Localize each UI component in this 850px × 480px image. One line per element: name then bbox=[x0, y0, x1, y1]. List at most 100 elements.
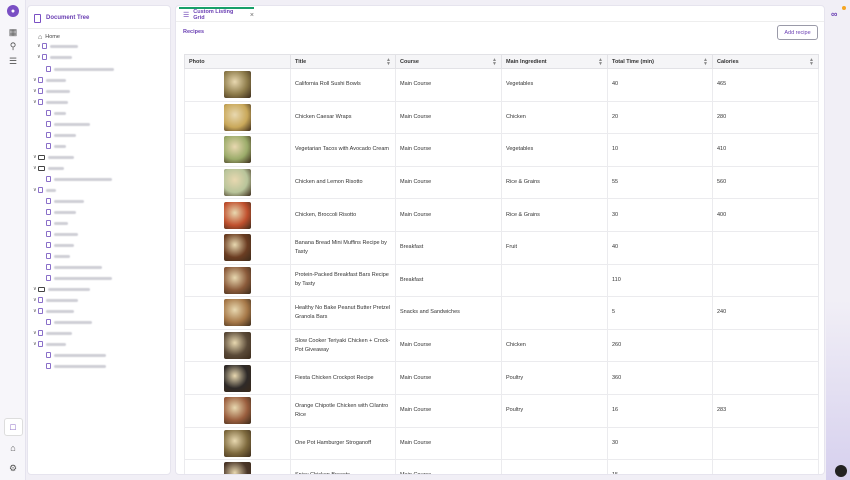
document-icon bbox=[46, 132, 51, 138]
list-icon[interactable]: ☰ bbox=[7, 55, 19, 67]
time-cell: 16 bbox=[607, 393, 713, 428]
tree-item[interactable] bbox=[41, 196, 84, 206]
tree-item[interactable] bbox=[41, 229, 78, 239]
tree-item[interactable]: ∨ bbox=[33, 328, 72, 338]
recipe-photo[interactable] bbox=[224, 201, 251, 229]
add-recipe-button[interactable]: Add recipe bbox=[777, 25, 818, 40]
column-header-main-ingredient[interactable]: Main Ingredient ▲ ▼ bbox=[501, 54, 608, 69]
tree-item[interactable] bbox=[41, 218, 68, 228]
sort-icon[interactable]: ▲ ▼ bbox=[703, 58, 708, 67]
tree-item[interactable] bbox=[41, 350, 106, 360]
document-icon bbox=[38, 77, 43, 83]
table-row[interactable]: One Pot Hamburger Stroganoff Main Course 3… bbox=[184, 426, 819, 461]
redacted-label bbox=[48, 155, 74, 159]
column-label: Calories bbox=[717, 58, 739, 65]
table-row[interactable]: Healthy No Bake Peanut Butter Pretzel Gr… bbox=[184, 296, 819, 330]
table-row[interactable]: Spicy Chicken BreastsMain Course 15 bbox=[184, 459, 819, 474]
table-row[interactable]: Chicken and Lemon Risotto Main Course Rice… bbox=[184, 165, 819, 200]
sort-icon[interactable]: ▲ ▼ bbox=[598, 58, 603, 67]
document-icon bbox=[46, 198, 51, 204]
tree-item[interactable]: ∨ bbox=[33, 185, 56, 195]
tree-item[interactable] bbox=[41, 119, 90, 129]
recipe-photo[interactable] bbox=[224, 332, 251, 360]
table-row[interactable]: Fiesta Chicken Crockpot Recipe Main Cours… bbox=[184, 361, 819, 395]
tab-custom-listing-grid[interactable]: ☰ Custom Listing Grid × bbox=[179, 7, 254, 21]
column-header-calories[interactable]: Calories ▲ ▼ bbox=[712, 54, 819, 69]
document-icon bbox=[42, 43, 47, 49]
tree-item[interactable]: ∨ bbox=[33, 339, 66, 349]
course-cell: Main Course bbox=[395, 165, 502, 200]
sort-icon[interactable]: ▲ ▼ bbox=[492, 58, 497, 67]
table-row[interactable]: Banana Bread Mini Muffins Recipe by Tast… bbox=[184, 230, 819, 265]
tree-item[interactable]: ∨ bbox=[37, 41, 78, 51]
recipe-photo[interactable] bbox=[224, 136, 251, 164]
tree-item[interactable] bbox=[41, 141, 66, 151]
tree-item[interactable] bbox=[41, 273, 112, 283]
table-row[interactable]: California Roll Sushi Bowls Main Course Ve… bbox=[184, 68, 819, 102]
avatar-icon[interactable]: ● bbox=[7, 5, 19, 17]
tree-item[interactable] bbox=[41, 64, 114, 74]
tree-item[interactable] bbox=[41, 108, 66, 118]
recipe-photo[interactable] bbox=[224, 169, 251, 197]
recipe-photo[interactable] bbox=[224, 234, 251, 262]
recipe-photo[interactable] bbox=[224, 462, 251, 474]
ingredient-cell: Poultry bbox=[501, 361, 608, 395]
document-icon bbox=[46, 242, 51, 248]
recipe-photo[interactable] bbox=[224, 397, 251, 425]
ingredient-cell bbox=[501, 263, 608, 298]
table-row[interactable]: Orange Chipotle Chicken with Cilantro Ri… bbox=[184, 393, 819, 428]
recipe-photo[interactable] bbox=[224, 71, 251, 99]
tree-item[interactable] bbox=[41, 361, 106, 371]
column-header-course[interactable]: Course ▲ ▼ bbox=[395, 54, 502, 69]
tree-item[interactable]: ∨ bbox=[33, 306, 74, 316]
tree-item[interactable] bbox=[41, 130, 76, 140]
tree-folder[interactable]: ∨ bbox=[33, 152, 74, 162]
photo-cell bbox=[184, 328, 291, 363]
breadcrumb[interactable]: Recipes bbox=[183, 29, 204, 35]
help-button-icon[interactable] bbox=[835, 465, 847, 477]
tree-item[interactable] bbox=[41, 262, 102, 272]
grid-icon[interactable]: ▦ bbox=[7, 26, 19, 38]
tree-folder[interactable]: ∨ bbox=[33, 284, 90, 294]
tree-folder[interactable]: ∨ bbox=[33, 163, 64, 173]
brand-logo-icon[interactable]: ∞ bbox=[831, 9, 837, 19]
calories-cell bbox=[712, 361, 819, 395]
column-header-photo[interactable]: Photo bbox=[184, 54, 291, 69]
recipe-photo[interactable] bbox=[224, 266, 251, 294]
column-header-title[interactable]: Title ▲ ▼ bbox=[290, 54, 396, 69]
recipe-photo[interactable] bbox=[224, 429, 251, 457]
table-row[interactable]: Chicken Caesar Wraps Main Course Chicken 20… bbox=[184, 100, 819, 135]
calories-cell: 240 bbox=[712, 296, 819, 330]
redacted-label bbox=[54, 265, 102, 269]
recipe-photo[interactable] bbox=[224, 299, 251, 327]
table-row[interactable]: Slow Cooker Teriyaki Chicken + Crock-Pot… bbox=[184, 328, 819, 363]
tree-item[interactable] bbox=[41, 251, 70, 261]
photo-cell bbox=[184, 230, 291, 265]
search-icon[interactable]: ⚲ bbox=[7, 40, 19, 52]
table-row[interactable]: Protein-Packed Breakfast Bars Recipe by … bbox=[184, 263, 819, 298]
tree-item[interactable] bbox=[41, 317, 92, 327]
column-header-total-time[interactable]: Total Time (min) ▲ ▼ bbox=[607, 54, 713, 69]
tree-header: Document Tree bbox=[34, 12, 89, 24]
document-icon bbox=[46, 264, 51, 270]
tree-item[interactable]: ∨ bbox=[33, 295, 78, 305]
close-icon[interactable]: × bbox=[250, 12, 254, 19]
sort-icon[interactable]: ▲ ▼ bbox=[386, 58, 391, 67]
settings-icon[interactable]: ⚙ bbox=[7, 462, 19, 474]
sort-icon[interactable]: ▲ ▼ bbox=[809, 58, 814, 67]
tree-item[interactable] bbox=[41, 240, 74, 250]
tree-item[interactable]: ∨ bbox=[33, 86, 70, 96]
tree-item[interactable]: ∨ bbox=[37, 52, 72, 62]
table-row[interactable]: Vegetarian Tacos with Avocado Cream Main … bbox=[184, 133, 819, 167]
document-icon[interactable]: □ bbox=[7, 421, 19, 433]
time-cell: 110 bbox=[607, 263, 713, 298]
recipe-photo[interactable] bbox=[224, 364, 251, 392]
tree-item[interactable]: ∨ bbox=[33, 97, 68, 107]
tree-item[interactable] bbox=[41, 174, 112, 184]
table-row[interactable]: Chicken, Broccoli Risotto Main Course Rice… bbox=[184, 198, 819, 232]
tree-item[interactable] bbox=[41, 207, 76, 217]
home-icon[interactable]: ⌂ bbox=[7, 442, 19, 454]
redacted-label bbox=[46, 100, 68, 104]
tree-item[interactable]: ∨ bbox=[33, 75, 66, 85]
recipe-photo[interactable] bbox=[224, 103, 251, 131]
